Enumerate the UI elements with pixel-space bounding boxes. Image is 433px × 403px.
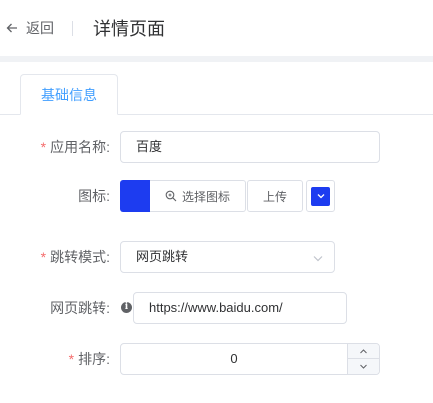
select-icon-label: 选择图标 bbox=[181, 189, 230, 204]
web-jump-input[interactable]: https://www.baidu.com/ bbox=[133, 292, 347, 324]
main-content: 基础信息 * 应用名称: 百度 图标: 选择图标 上传 * 跳转模式: 网页跳转… bbox=[0, 62, 433, 403]
color-swatch bbox=[311, 186, 330, 206]
increase-button[interactable] bbox=[348, 344, 379, 359]
select-icon-button[interactable]: 选择图标 bbox=[150, 180, 246, 212]
form-row-sort: * 排序: 0 bbox=[0, 343, 433, 375]
jump-mode-label: * 跳转模式: bbox=[40, 249, 110, 265]
icon-label: 图标: bbox=[78, 188, 110, 204]
decrease-button[interactable] bbox=[348, 359, 379, 374]
icon-preview bbox=[120, 180, 150, 212]
sort-stepper bbox=[347, 344, 379, 374]
chevron-up-icon bbox=[360, 348, 367, 353]
app-name-label: * 应用名称: bbox=[40, 139, 110, 155]
app-name-input[interactable]: 百度 bbox=[120, 131, 380, 163]
tabs-bar: 基础信息 bbox=[0, 62, 433, 115]
form-row-icon: 图标: 选择图标 上传 bbox=[0, 180, 433, 212]
form-row-jump-mode: * 跳转模式: 网页跳转 bbox=[0, 241, 433, 273]
chevron-down-icon bbox=[313, 256, 323, 262]
required-mark: * bbox=[40, 139, 47, 155]
search-icon bbox=[165, 190, 177, 202]
color-picker[interactable] bbox=[306, 180, 335, 212]
required-mark: * bbox=[68, 351, 75, 367]
jump-mode-select[interactable]: 网页跳转 bbox=[120, 241, 335, 273]
form-row-app-name: * 应用名称: 百度 bbox=[0, 131, 433, 163]
sort-value[interactable]: 0 bbox=[121, 344, 347, 374]
chevron-down-icon bbox=[317, 194, 324, 199]
arrow-left-icon bbox=[6, 23, 17, 33]
page-header: 返回 详情页面 bbox=[0, 0, 433, 56]
sort-label: * 排序: bbox=[68, 351, 110, 367]
jump-mode-value: 网页跳转 bbox=[136, 249, 189, 264]
info-icon[interactable]: i bbox=[121, 302, 132, 313]
tab-basic-info[interactable]: 基础信息 bbox=[20, 74, 118, 115]
page-title: 详情页面 bbox=[93, 19, 165, 39]
header-divider bbox=[72, 20, 73, 36]
chevron-down-icon bbox=[360, 364, 367, 369]
upload-button[interactable]: 上传 bbox=[247, 180, 303, 212]
required-mark: * bbox=[40, 249, 47, 265]
web-jump-label: 网页跳转: bbox=[50, 300, 110, 316]
back-label: 返回 bbox=[26, 20, 54, 36]
sort-number-input[interactable]: 0 bbox=[120, 343, 380, 375]
form-row-web-jump: 网页跳转: i https://www.baidu.com/ bbox=[0, 292, 433, 324]
back-button[interactable]: 返回 bbox=[0, 0, 72, 56]
